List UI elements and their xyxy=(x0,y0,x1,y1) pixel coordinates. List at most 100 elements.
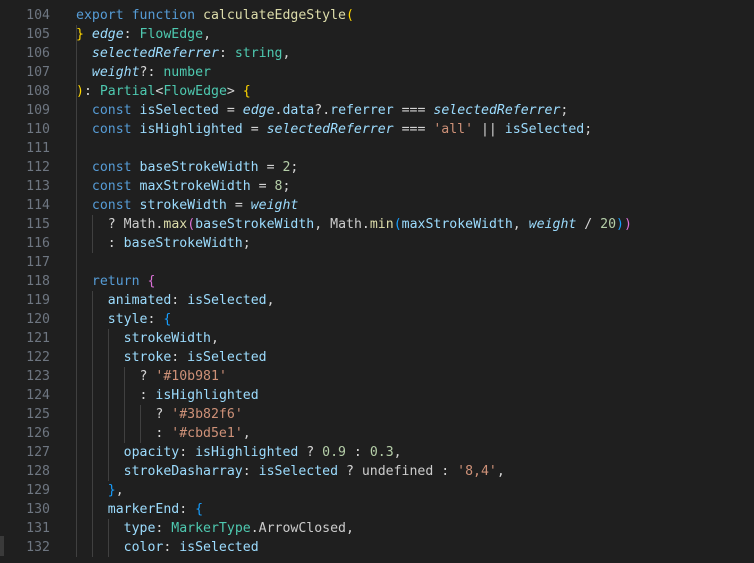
code-line[interactable]: 113 const maxStrokeWidth = 8; xyxy=(0,177,754,196)
code-line[interactable]: 125 ? '#3b82f6' xyxy=(0,405,754,424)
code-token: strokeWidth xyxy=(123,331,211,346)
code-token: export xyxy=(76,8,132,23)
code-token: maxStrokeWidth xyxy=(139,179,251,194)
code-token: isSelected xyxy=(504,122,585,137)
code-token: const xyxy=(91,160,140,175)
code-line[interactable]: 120 style: { xyxy=(0,310,754,329)
code-line[interactable]: 109 const isSelected = edge.data?.referr… xyxy=(0,101,754,120)
code-token: '#cbd5e1' xyxy=(171,426,243,441)
code-token: FlowEdge xyxy=(163,84,227,99)
code-line[interactable]: 107 weight?: number xyxy=(0,63,754,82)
code-line[interactable]: 114 const strokeWidth = weight xyxy=(0,196,754,215)
code-token: maxStrokeWidth xyxy=(401,217,513,232)
code-token: baseStrokeWidth xyxy=(139,160,259,175)
code-token: ( xyxy=(187,217,196,232)
code-line[interactable]: 122 stroke: isSelected xyxy=(0,348,754,367)
code-line[interactable]: 110 const isHighlighted = selectedReferr… xyxy=(0,120,754,139)
code-line[interactable]: 131 type: MarkerType.ArrowClosed, xyxy=(0,519,754,538)
code-token: > xyxy=(226,84,243,99)
code-token: const xyxy=(91,198,140,213)
code-token: data xyxy=(282,103,315,118)
code-token: , xyxy=(346,521,354,536)
code-token: === xyxy=(393,122,434,137)
line-number: 104 xyxy=(26,8,50,23)
code-token: : xyxy=(433,464,458,479)
code-text: stroke: isSelected xyxy=(76,348,267,367)
code-token: : xyxy=(147,312,164,327)
code-line[interactable]: 105 edge: FlowEdge, xyxy=(0,25,754,44)
code-text: export function calculateEdgeStyle( xyxy=(76,6,354,25)
code-line[interactable]: 126 : '#cbd5e1', xyxy=(0,424,754,443)
code-line[interactable]: 116 : baseStrokeWidth; xyxy=(0,234,754,253)
code-token: color xyxy=(123,540,164,555)
code-token: , xyxy=(496,464,505,479)
code-line[interactable]: 128 strokeDasharray: isSelected ? undefi… xyxy=(0,462,754,481)
code-line[interactable]: 124 : isHighlighted xyxy=(0,386,754,405)
code-line[interactable]: 104 export function calculateEdgeStyle( xyxy=(0,6,754,25)
code-line[interactable]: 129 }, xyxy=(0,481,754,500)
code-token: = xyxy=(258,160,283,175)
code-token: isSelected xyxy=(179,540,259,555)
code-line[interactable]: 111 xyxy=(0,139,754,158)
code-line[interactable]: 123 ? '#10b981' xyxy=(0,367,754,386)
code-text: color: isSelected xyxy=(76,538,259,557)
line-number: 122 xyxy=(26,350,50,365)
code-line[interactable]: 121 strokeWidth, xyxy=(0,329,754,348)
code-text: const maxStrokeWidth = 8; xyxy=(76,177,291,196)
code-token: weight xyxy=(91,65,140,80)
code-token: , xyxy=(314,217,331,232)
code-token: referrer xyxy=(330,103,394,118)
code-token: baseStrokeWidth xyxy=(123,236,243,251)
code-token: ? xyxy=(107,217,124,232)
line-number: 116 xyxy=(26,236,50,251)
code-token: ?: xyxy=(139,65,164,80)
code-token: MarkerType xyxy=(171,521,251,536)
code-text: opacity: isHighlighted ? 0.9 : 0.3, xyxy=(76,443,402,462)
code-token: ; xyxy=(560,103,569,118)
code-token: : xyxy=(107,236,124,251)
code-token: . xyxy=(361,217,370,232)
code-token: isSelected xyxy=(139,103,219,118)
line-number: 117 xyxy=(26,255,50,270)
code-token: , xyxy=(242,426,251,441)
code-token: ( xyxy=(393,217,402,232)
line-number: 132 xyxy=(26,540,50,555)
code-line[interactable]: 108): Partial<FlowEdge> { xyxy=(0,82,754,101)
code-text: selectedReferrer: string, xyxy=(76,44,291,63)
code-token: selectedReferrer xyxy=(91,46,219,61)
line-number: 114 xyxy=(26,198,50,213)
code-line[interactable]: 119 animated: isSelected, xyxy=(0,291,754,310)
code-line[interactable]: 132 color: isSelected xyxy=(0,538,754,557)
line-number: 126 xyxy=(26,426,50,441)
code-line[interactable]: 118 return { xyxy=(0,272,754,291)
code-token: calculateEdgeStyle xyxy=(203,8,346,23)
code-token: ) xyxy=(616,217,624,232)
line-number: 119 xyxy=(26,293,50,308)
code-line[interactable]: 130 markerEnd: { xyxy=(0,500,754,519)
code-line[interactable]: 127 opacity: isHighlighted ? 0.9 : 0.3, xyxy=(0,443,754,462)
code-editor[interactable]: } 104 export function calculateEdgeStyle(… xyxy=(0,0,754,563)
code-token: || xyxy=(473,122,505,137)
line-number: 115 xyxy=(26,217,50,232)
code-text: return { xyxy=(76,272,156,291)
code-line[interactable]: 115 ? Math.max(baseStrokeWidth, Math.min… xyxy=(0,215,754,234)
code-line[interactable]: 117 xyxy=(0,253,754,272)
code-token: ( xyxy=(345,8,354,23)
code-token: baseStrokeWidth xyxy=(195,217,315,232)
code-text: const isHighlighted = selectedReferrer =… xyxy=(76,120,592,139)
code-token: ?. xyxy=(314,103,331,118)
code-token: number xyxy=(163,65,211,80)
code-token: type xyxy=(123,521,156,536)
code-line[interactable]: 106 selectedReferrer: string, xyxy=(0,44,754,63)
code-token: , xyxy=(203,27,212,42)
code-token: : xyxy=(171,350,188,365)
code-token: : xyxy=(218,46,235,61)
code-line[interactable]: 112 const baseStrokeWidth = 2; xyxy=(0,158,754,177)
